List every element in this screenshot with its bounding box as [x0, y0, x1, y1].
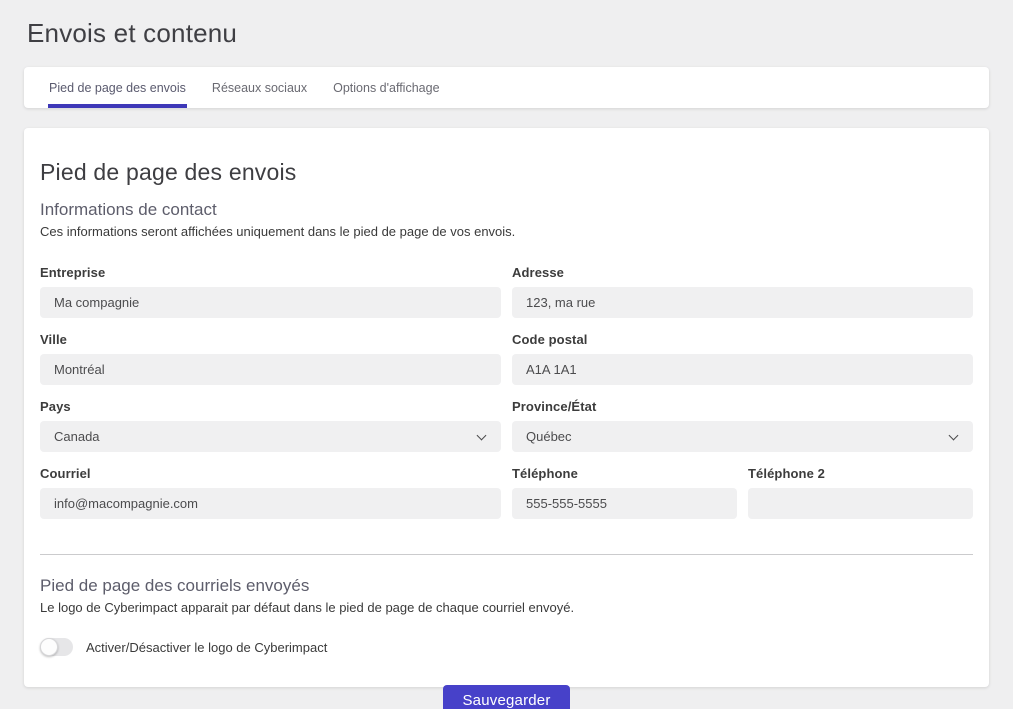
code-postal-label: Code postal — [512, 332, 973, 347]
ville-label: Ville — [40, 332, 501, 347]
field-adresse: Adresse — [512, 265, 973, 318]
section-divider — [40, 554, 973, 555]
pays-select[interactable]: Canada — [40, 421, 501, 452]
contact-form: Entreprise Adresse Ville Code postal Pay… — [40, 265, 973, 533]
logo-toggle-row: Activer/Désactiver le logo de Cyberimpac… — [40, 638, 973, 656]
telephone2-input[interactable] — [748, 488, 973, 519]
save-button[interactable]: Sauvegarder — [443, 685, 569, 709]
telephone-group: Téléphone Téléphone 2 — [512, 466, 973, 533]
province-select[interactable]: Québec — [512, 421, 973, 452]
ville-input[interactable] — [40, 354, 501, 385]
tab-options-affichage[interactable]: Options d'affichage — [332, 67, 440, 108]
field-telephone: Téléphone — [512, 466, 737, 519]
tab-reseaux-sociaux[interactable]: Réseaux sociaux — [211, 67, 308, 108]
field-code-postal: Code postal — [512, 332, 973, 385]
telephone-input[interactable] — [512, 488, 737, 519]
courriel-label: Courriel — [40, 466, 501, 481]
code-postal-input[interactable] — [512, 354, 973, 385]
email-footer-section: Pied de page des courriels envoyés Le lo… — [40, 576, 973, 656]
toggle-knob-icon — [40, 638, 58, 656]
field-province: Province/État Québec — [512, 399, 973, 452]
footer-section-title: Pied de page des courriels envoyés — [40, 576, 973, 596]
button-row: Sauvegarder — [40, 685, 973, 709]
adresse-label: Adresse — [512, 265, 973, 280]
tab-bar: Pied de page des envois Réseaux sociaux … — [24, 67, 989, 108]
page-title: Envois et contenu — [27, 18, 989, 49]
field-courriel: Courriel — [40, 466, 501, 519]
telephone-label: Téléphone — [512, 466, 737, 481]
footer-settings-card: Pied de page des envois Informations de … — [24, 128, 989, 687]
contact-section-description: Ces informations seront affichées unique… — [40, 224, 973, 239]
courriel-input[interactable] — [40, 488, 501, 519]
province-label: Province/État — [512, 399, 973, 414]
chevron-down-icon — [949, 431, 959, 441]
field-pays: Pays Canada — [40, 399, 501, 452]
adresse-input[interactable] — [512, 287, 973, 318]
pays-selected-value: Canada — [54, 429, 100, 444]
field-telephone2: Téléphone 2 — [748, 466, 973, 519]
field-entreprise: Entreprise — [40, 265, 501, 318]
contact-section-title: Informations de contact — [40, 200, 973, 220]
field-ville: Ville — [40, 332, 501, 385]
telephone2-label: Téléphone 2 — [748, 466, 973, 481]
chevron-down-icon — [477, 431, 487, 441]
pays-label: Pays — [40, 399, 501, 414]
entreprise-label: Entreprise — [40, 265, 501, 280]
cyberimpact-logo-toggle[interactable] — [40, 638, 73, 656]
footer-section-description: Le logo de Cyberimpact apparait par défa… — [40, 600, 973, 615]
entreprise-input[interactable] — [40, 287, 501, 318]
settings-page: Envois et contenu Pied de page des envoi… — [0, 0, 1013, 687]
tab-pied-de-page-des-envois[interactable]: Pied de page des envois — [48, 67, 187, 108]
logo-toggle-label: Activer/Désactiver le logo de Cyberimpac… — [86, 640, 327, 655]
card-title: Pied de page des envois — [40, 159, 973, 186]
province-selected-value: Québec — [526, 429, 572, 444]
